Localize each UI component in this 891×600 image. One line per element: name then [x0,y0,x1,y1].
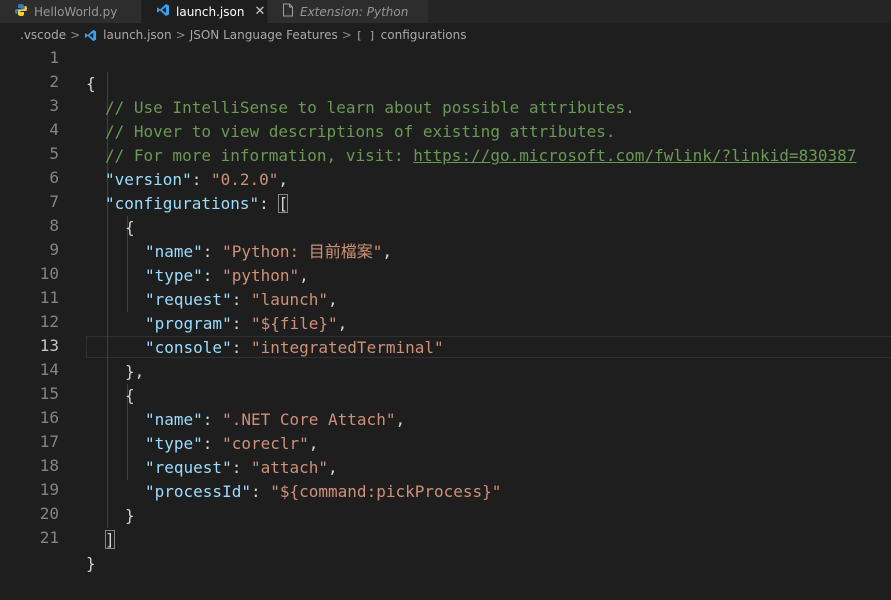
breadcrumb-folder[interactable]: .vscode [20,28,66,42]
close-icon[interactable]: ✕ [254,5,265,18]
tab-label: Extension: Python [300,4,409,19]
breadcrumb-separator: > [175,28,186,42]
tab-helloworld-py[interactable]: HelloWorld.py [0,0,142,23]
code-line: "configurations": [ [0,168,891,213]
code-line: "name": ".NET Core Attach", [0,384,891,429]
code-line: "type": "python", [0,240,891,285]
code-line-current: }, [0,336,891,381]
code-line: } [0,480,891,525]
code-line: "request": "attach", [0,432,891,477]
tab-extension-python[interactable]: Extension: Python [268,0,429,23]
code-line: "program": "${file}", [0,288,891,333]
code-line: { [0,360,891,405]
breadcrumb-schema[interactable]: JSON Language Features [190,28,338,42]
file-icon [282,3,294,20]
code-editor[interactable]: 1 2 3 4 5 6 7 8 9 10 11 12 13 14 15 16 1… [0,48,891,573]
vscode-icon [85,29,97,41]
code-line: "console": "integratedTerminal" [0,312,891,357]
breadcrumb: .vscode > launch.json > JSON Language Fe… [0,24,891,46]
tab-launch-json[interactable]: launch.json ✕ [142,0,268,23]
code-line: // Hover to view descriptions of existin… [0,96,891,141]
breadcrumb-node[interactable]: [ ] configurations [356,28,467,42]
code-line: { [0,48,891,93]
breadcrumb-file-label: launch.json [103,28,172,42]
code-line: } [0,528,891,573]
code-line: { [0,192,891,237]
brace: } [86,554,96,573]
code-line: // Use IntelliSense to learn about possi… [0,72,891,117]
code-line: ] [0,504,891,549]
breadcrumb-node-label: configurations [380,28,467,42]
code-line: // For more information, visit: https://… [0,120,891,165]
tab-label: launch.json [176,4,245,19]
code-line: "type": "coreclr", [0,408,891,453]
tab-label: HelloWorld.py [34,4,118,19]
python-icon [14,3,28,20]
breadcrumb-separator: > [341,28,352,42]
tab-bar: HelloWorld.py launch.json ✕ Extension: P… [0,0,891,23]
code-line: "name": "Python: 目前檔案", [0,216,891,261]
vscode-icon [156,3,170,20]
breadcrumb-separator: > [70,28,81,42]
code-line: "processId": "${command:pickProcess}" [0,456,891,501]
breadcrumb-file[interactable]: launch.json [84,28,172,42]
array-icon: [ ] [355,28,376,42]
code-line: "request": "launch", [0,264,891,309]
code-line: "version": "0.2.0", [0,144,891,189]
